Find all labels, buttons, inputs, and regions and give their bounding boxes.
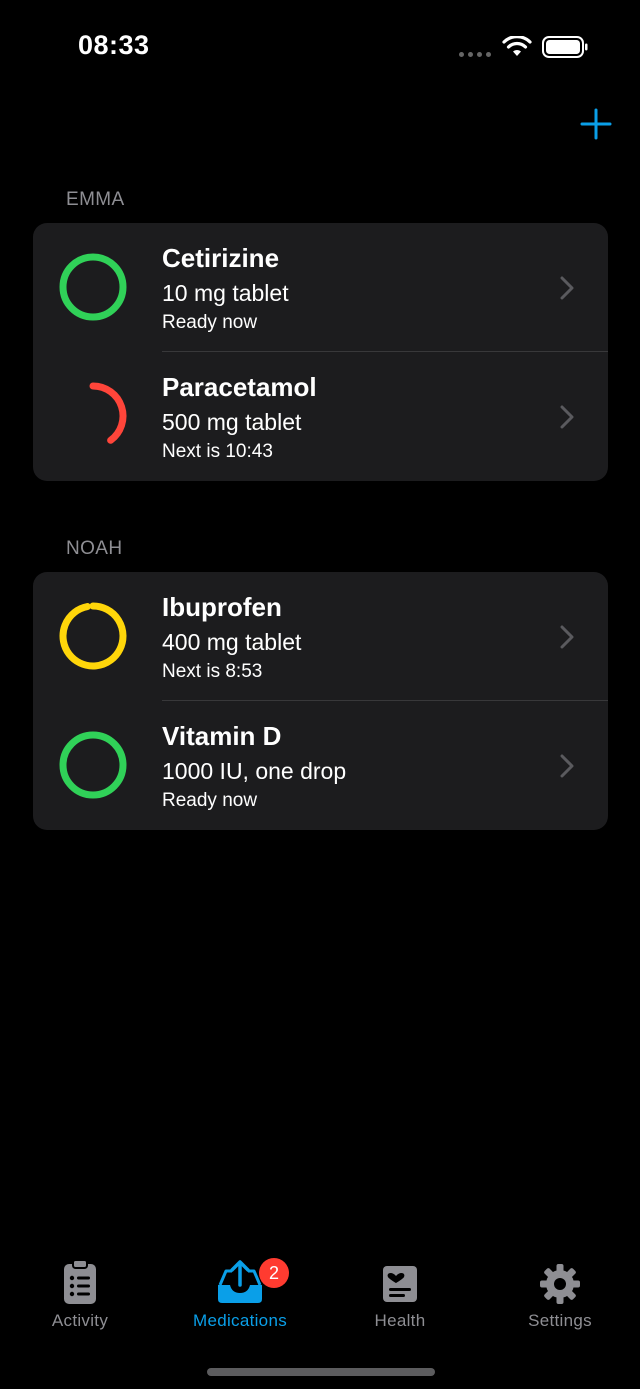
medication-row-vitamin-d[interactable]: Vitamin D 1000 IU, one drop Ready now [33, 701, 608, 830]
medication-card-noah: Ibuprofen 400 mg tablet Next is 8:53 Vit… [33, 572, 608, 830]
dose-ring-icon [59, 731, 127, 799]
medication-row-paracetamol[interactable]: Paracetamol 500 mg tablet Next is 10:43 [33, 352, 608, 481]
tab-activity[interactable]: Activity [0, 1255, 160, 1335]
medication-name: Vitamin D [162, 721, 282, 751]
gear-icon [540, 1264, 580, 1304]
chevron-right-icon [560, 276, 574, 300]
medication-dose: 400 mg tablet [162, 629, 302, 655]
medication-dose: 1000 IU, one drop [162, 758, 347, 784]
tab-bar: Activity 2 Medications Health Settings [0, 1255, 640, 1355]
cellular-signal-icon [459, 50, 493, 58]
medication-name: Ibuprofen [162, 592, 282, 622]
medication-status: Next is 8:53 [162, 661, 263, 682]
chevron-right-icon [560, 754, 574, 778]
medication-dose: 500 mg tablet [162, 409, 302, 435]
ring-arc [89, 382, 127, 444]
tab-medications[interactable]: 2 Medications [160, 1255, 320, 1335]
section-header-noah: NOAH [66, 538, 123, 559]
health-card-icon [383, 1266, 417, 1302]
medication-row-ibuprofen[interactable]: Ibuprofen 400 mg tablet Next is 8:53 [33, 572, 608, 701]
tray-upload-icon [218, 1260, 262, 1303]
medication-name: Paracetamol [162, 372, 317, 402]
wifi-icon [502, 36, 532, 56]
tab-label: Medications [192, 1311, 287, 1330]
section-header-emma: EMMA [66, 189, 125, 210]
chevron-right-icon [560, 405, 574, 429]
dose-ring-icon [89, 382, 127, 444]
home-indicator [207, 1368, 435, 1376]
tab-settings[interactable]: Settings [480, 1255, 640, 1335]
status-time: 08:33 [78, 30, 150, 60]
ring-arc [59, 602, 127, 670]
medication-status: Ready now [162, 790, 258, 811]
chevron-right-icon [560, 625, 574, 649]
ring-arc [59, 253, 127, 321]
medication-row-cetirizine[interactable]: Cetirizine 10 mg tablet Ready now [33, 223, 608, 352]
medication-status: Next is 10:43 [162, 441, 273, 462]
clipboard-icon [64, 1259, 96, 1304]
notification-badge: 2 [259, 1258, 289, 1288]
dose-ring-icon [59, 253, 127, 321]
battery-icon [542, 36, 588, 58]
tab-health[interactable]: Health [320, 1255, 480, 1335]
medication-status: Ready now [162, 312, 258, 333]
dose-ring-icon [59, 602, 127, 670]
medication-dose: 10 mg tablet [162, 280, 289, 306]
medication-name: Cetirizine [162, 243, 280, 273]
tab-label: Health [374, 1311, 426, 1330]
add-medication-button[interactable] [578, 106, 614, 142]
tab-label: Activity [51, 1311, 109, 1330]
ring-arc [59, 731, 127, 799]
tab-label: Settings [528, 1311, 592, 1330]
status-bar: 08:33 [0, 0, 640, 90]
medication-card-emma: Cetirizine 10 mg tablet Ready now Parace… [33, 223, 608, 481]
